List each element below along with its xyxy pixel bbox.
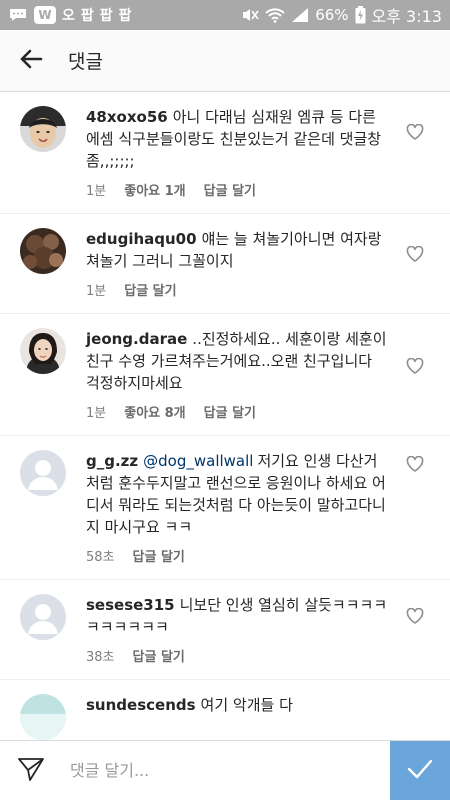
signal-icon — [291, 7, 309, 23]
paper-plane-icon — [17, 756, 45, 786]
notif-glyph: 팝 — [118, 8, 132, 24]
comment-time: 1분 — [86, 406, 107, 421]
comment-text: g_g.zz @dog_wallwall 저기요 인생 다산거처럼 훈수두지말고 랜… — [86, 450, 390, 538]
comments-list[interactable]: 48xoxo56 아니 다래님 심재원 엠큐 등 다른 에셈 식구분들이랑도 친분… — [0, 92, 450, 740]
submit-comment-button[interactable] — [390, 741, 450, 800]
comment-time: 1분 — [86, 284, 107, 299]
comment-item: sesese315 니보단 인생 열심히 살듯ㅋㅋㅋㅋㅋㅋㅋㅋㅋㅋ 38초 답글 … — [0, 580, 450, 680]
avatar[interactable] — [20, 694, 66, 740]
checkmark-icon — [407, 759, 433, 783]
mention-link[interactable]: @dog_wallwall — [143, 452, 253, 470]
avatar[interactable] — [20, 328, 66, 374]
comment-body: jeong.darae ..진정하세요.. 세훈이랑 세훈이친구 수영 가르쳐주는… — [86, 328, 390, 435]
comment-input[interactable] — [70, 750, 370, 791]
comment-username[interactable]: sesese315 — [86, 596, 175, 614]
comment-meta: 38초 답글 달기 — [86, 646, 390, 665]
heart-icon[interactable] — [406, 123, 424, 140]
chat-bubble-icon — [8, 7, 28, 23]
battery-charging-icon — [355, 6, 366, 24]
reply-button[interactable]: 답글 달기 — [133, 546, 185, 565]
comment-username[interactable]: jeong.darae — [86, 330, 187, 348]
comment-item: edugihaqu00 얘는 늘 쳐놀기아니면 여자랑 쳐놀기 그러니 그꼴이지 … — [0, 214, 450, 314]
comment-username[interactable]: g_g.zz — [86, 452, 138, 470]
reply-button[interactable]: 답글 달기 — [133, 646, 185, 665]
battery-percent: 66% — [315, 6, 349, 24]
heart-icon[interactable] — [406, 245, 424, 262]
comment-text: jeong.darae ..진정하세요.. 세훈이랑 세훈이친구 수영 가르쳐주는… — [86, 328, 390, 394]
direct-send-button[interactable] — [0, 741, 62, 800]
comment-body: g_g.zz @dog_wallwall 저기요 인생 다산거처럼 훈수두지말고 랜… — [86, 450, 390, 579]
reply-button[interactable]: 답글 달기 — [204, 402, 256, 421]
avatar[interactable] — [20, 228, 66, 274]
reply-button[interactable]: 답글 달기 — [124, 280, 176, 299]
mute-icon — [241, 7, 259, 23]
comment-item: 48xoxo56 아니 다래님 심재원 엠큐 등 다른 에셈 식구분들이랑도 친분… — [0, 92, 450, 214]
status-system: 66% 오후 3:13 — [241, 3, 442, 27]
page-title: 댓글 — [68, 51, 103, 73]
comment-username[interactable]: 48xoxo56 — [86, 108, 168, 126]
comment-text: edugihaqu00 얘는 늘 쳐놀기아니면 여자랑 쳐놀기 그러니 그꼴이지 — [86, 228, 390, 272]
comment-text: sundescends 여기 악개들 다 — [86, 694, 390, 716]
back-button[interactable] — [0, 30, 62, 92]
arrow-left-icon — [19, 49, 43, 73]
comment-message: 여기 악개들 다 — [200, 696, 293, 714]
comment-meta: 1분 좋아요 1개 답글 달기 — [86, 180, 390, 199]
reply-button[interactable]: 답글 달기 — [204, 180, 256, 199]
comment-body: sundescends 여기 악개들 다 — [86, 694, 390, 740]
app-header: 댓글 — [0, 30, 450, 92]
comment-body: 48xoxo56 아니 다래님 심재원 엠큐 등 다른 에셈 식구분들이랑도 친분… — [86, 106, 390, 213]
comment-meta: 58초 답글 달기 — [86, 546, 390, 565]
comment-time: 1분 — [86, 184, 107, 199]
comment-likes[interactable]: 좋아요 8개 — [124, 402, 185, 421]
avatar[interactable] — [20, 450, 66, 496]
comment-meta: 1분 답글 달기 — [86, 280, 390, 299]
comment-time: 58초 — [86, 550, 115, 565]
comment-username[interactable]: sundescends — [86, 696, 196, 714]
comment-time: 38초 — [86, 650, 115, 665]
avatar[interactable] — [20, 594, 66, 640]
comment-item: sundescends 여기 악개들 다 — [0, 680, 450, 740]
app-badge-icon: W — [34, 6, 56, 24]
status-bar: W 오 팝 팝 팝 66% 오후 3:13 — [0, 0, 450, 30]
heart-icon[interactable] — [406, 357, 424, 374]
comment-item: jeong.darae ..진정하세요.. 세훈이랑 세훈이친구 수영 가르쳐주는… — [0, 314, 450, 436]
comment-text: 48xoxo56 아니 다래님 심재원 엠큐 등 다른 에셈 식구분들이랑도 친분… — [86, 106, 390, 172]
comment-text: sesese315 니보단 인생 열심히 살듯ㅋㅋㅋㅋㅋㅋㅋㅋㅋㅋ — [86, 594, 390, 638]
comment-item: g_g.zz @dog_wallwall 저기요 인생 다산거처럼 훈수두지말고 랜… — [0, 436, 450, 580]
heart-icon[interactable] — [406, 455, 424, 472]
wifi-icon — [265, 7, 285, 23]
comment-input-bar — [0, 740, 450, 800]
notif-glyph: 팝 — [80, 8, 94, 24]
heart-icon[interactable] — [406, 607, 424, 624]
comment-body: sesese315 니보단 인생 열심히 살듯ㅋㅋㅋㅋㅋㅋㅋㅋㅋㅋ 38초 답글 … — [86, 594, 390, 679]
notif-glyph: 오 — [62, 8, 75, 24]
status-notifications: W 오 팝 팝 팝 — [8, 5, 132, 25]
comment-body: edugihaqu00 얘는 늘 쳐놀기아니면 여자랑 쳐놀기 그러니 그꼴이지 … — [86, 228, 390, 313]
comment-meta: 1분 좋아요 8개 답글 달기 — [86, 402, 390, 421]
notif-glyph: 팝 — [99, 8, 113, 24]
comment-username[interactable]: edugihaqu00 — [86, 230, 197, 248]
comment-likes[interactable]: 좋아요 1개 — [124, 180, 185, 199]
clock: 오후 3:13 — [371, 7, 442, 26]
avatar[interactable] — [20, 106, 66, 152]
